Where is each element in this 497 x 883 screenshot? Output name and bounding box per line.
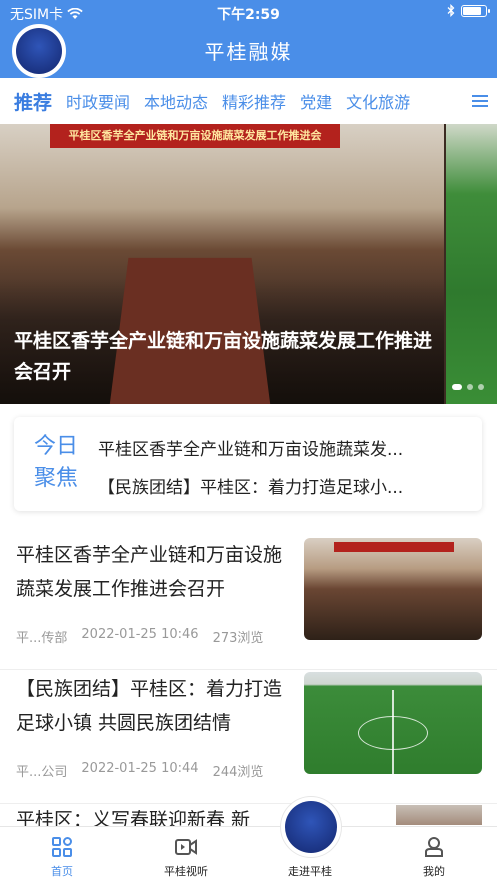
banner-sign: 平桂区香芋全产业链和万亩设施蔬菜发展工作推进会 xyxy=(50,124,340,148)
article-title[interactable]: 【民族团结】平桂区：着力打造足球小镇 共圆民族团结情 xyxy=(16,672,296,740)
focus-item[interactable]: 平桂区香芋全产业链和万亩设施蔬菜发... xyxy=(98,435,468,460)
nav-home[interactable]: 首页 xyxy=(17,835,107,879)
tab-local[interactable]: 本地动态 xyxy=(144,89,208,113)
user-icon xyxy=(425,837,443,857)
carousel-indicator xyxy=(452,384,484,390)
article-meta: 平...传部 2022-01-25 10:46 273浏览 xyxy=(16,627,263,646)
banner-carousel[interactable]: 平桂区香芋全产业链和万亩设施蔬菜发展工作推进会 平桂区香芋全产业链和万亩设施蔬菜… xyxy=(0,124,497,404)
article-date: 2022-01-25 10:46 xyxy=(81,627,199,642)
tab-politics[interactable]: 时政要闻 xyxy=(66,89,130,113)
article-views: 244浏览 xyxy=(212,765,264,780)
status-right xyxy=(447,4,490,17)
nav-mine[interactable]: 我的 xyxy=(389,835,479,879)
battery-icon xyxy=(461,4,490,17)
bottom-tab-bar: 首页 平桂视听 走进平桂 我的 xyxy=(0,826,497,883)
article-item[interactable]: 【民族团结】平桂区：着力打造足球小镇 共圆民族团结情 平...公司 2022-0… xyxy=(0,664,497,804)
nav-home-label: 首页 xyxy=(51,865,73,878)
focus-item[interactable]: 【民族团结】平桂区：着力打造足球小... xyxy=(98,473,468,498)
banner-caption[interactable]: 平桂区香芋全产业链和万亩设施蔬菜发展工作推进会召开 xyxy=(14,326,439,388)
carousel-dot-active xyxy=(452,384,462,390)
tab-featured[interactable]: 精彩推荐 xyxy=(222,89,286,113)
nav-video-label: 平桂视听 xyxy=(164,865,208,878)
banner-image-next[interactable] xyxy=(446,124,497,404)
nav-video[interactable]: 平桂视听 xyxy=(141,835,231,879)
article-thumbnail-peek[interactable] xyxy=(396,805,482,825)
article-title[interactable]: 平桂区香芋全产业链和万亩设施蔬菜发展工作推进会召开 xyxy=(16,538,296,606)
tab-party[interactable]: 党建 xyxy=(300,89,332,113)
tab-culture-tourism[interactable]: 文化旅游 xyxy=(346,89,410,113)
tab-menu-button[interactable] xyxy=(463,78,497,124)
carousel-dot xyxy=(467,384,473,390)
article-source: 平...公司 xyxy=(16,765,68,780)
today-focus-card: 今日聚焦 平桂区香芋全产业链和万亩设施蔬菜发... 【民族团结】平桂区：着力打造… xyxy=(14,417,482,511)
article-date: 2022-01-25 10:44 xyxy=(81,761,199,776)
today-focus-label: 今日聚焦 xyxy=(33,434,78,491)
menu-icon xyxy=(472,95,488,107)
article-views: 273浏览 xyxy=(212,631,264,646)
carousel-dot xyxy=(478,384,484,390)
bluetooth-icon xyxy=(447,4,455,17)
tab-recommend[interactable]: 推荐 xyxy=(14,88,52,115)
center-logo-button[interactable] xyxy=(281,797,341,857)
article-item[interactable]: 平桂区香芋全产业链和万亩设施蔬菜发展工作推进会召开 平...传部 2022-01… xyxy=(0,530,497,670)
status-bar: 无SIM卡 下午2:59 xyxy=(0,0,497,26)
article-thumbnail[interactable] xyxy=(304,672,482,774)
app-title: 平桂融媒 xyxy=(204,40,293,64)
category-tabs: 推荐 时政要闻 本地动态 精彩推荐 党建 文化旅游 xyxy=(0,78,497,124)
article-source: 平...传部 xyxy=(16,631,68,646)
home-grid-icon xyxy=(52,837,72,857)
status-time: 下午2:59 xyxy=(217,7,280,23)
nav-mine-label: 我的 xyxy=(423,865,445,878)
video-icon xyxy=(175,839,197,855)
article-meta: 平...公司 2022-01-25 10:44 244浏览 xyxy=(16,761,263,780)
nav-explore-label: 走进平桂 xyxy=(288,865,332,878)
article-thumbnail[interactable] xyxy=(304,538,482,640)
